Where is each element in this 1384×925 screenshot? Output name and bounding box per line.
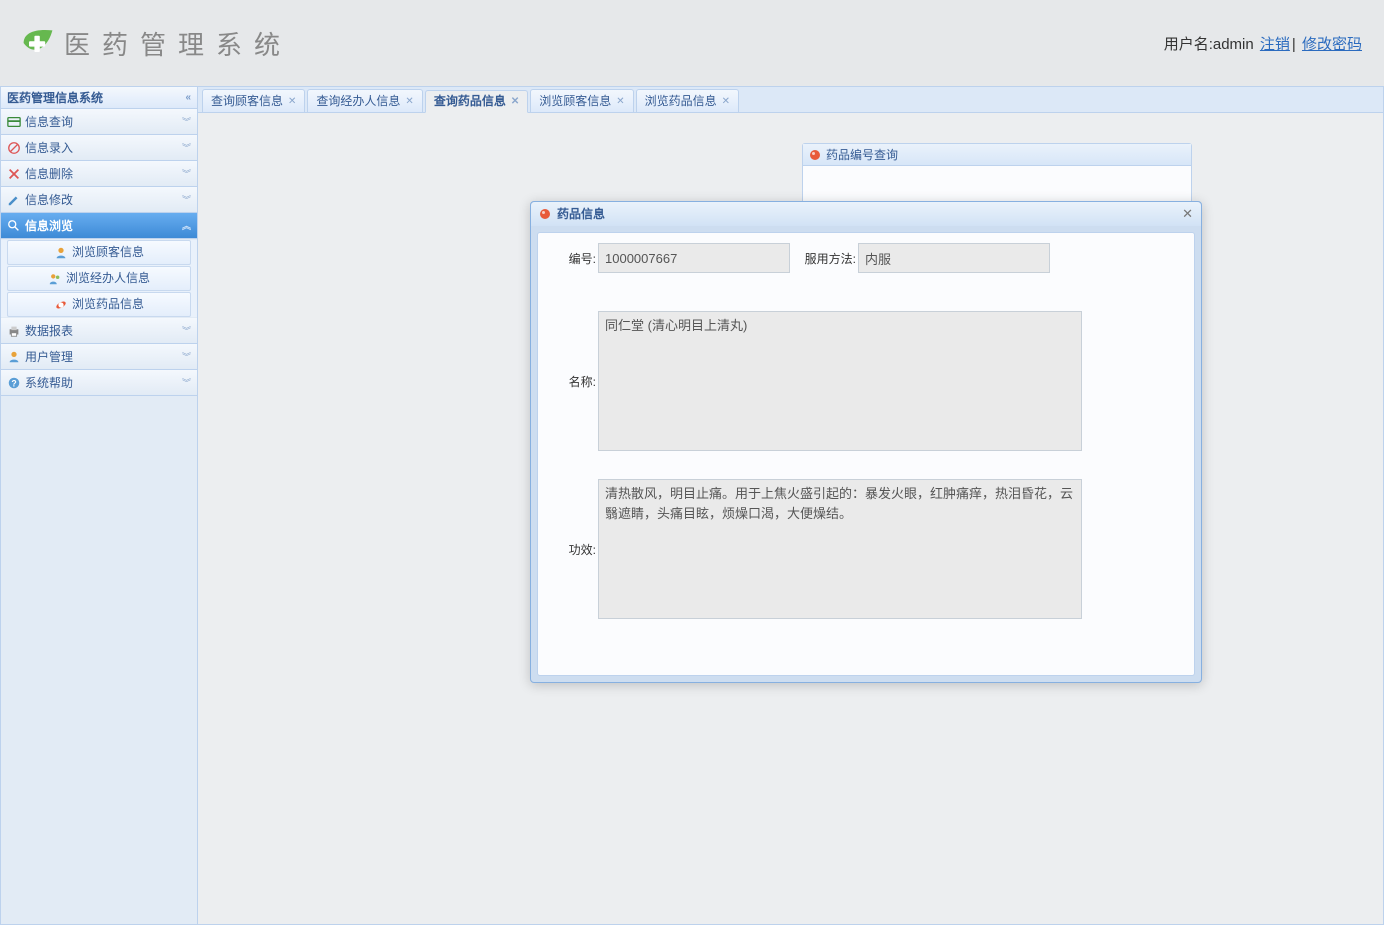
nav-group-browse[interactable]: 信息浏览 ︽ (1, 213, 197, 239)
printer-icon (7, 324, 21, 338)
nav-group-report[interactable]: 数据报表 ︾ (1, 318, 197, 344)
tab-bar: 查询顾客信息✕ 查询经办人信息✕ 查询药品信息✕ 浏览顾客信息✕ 浏览药品信息✕ (198, 87, 1383, 113)
name-field[interactable] (598, 311, 1082, 451)
svg-text:?: ? (11, 378, 16, 388)
chevron-up-icon: ︽ (182, 213, 191, 239)
chevron-down-icon: ︾ (182, 135, 191, 161)
nav-label: 信息修改 (25, 187, 73, 213)
nav-group-edit[interactable]: 信息修改 ︾ (1, 187, 197, 213)
tab-query-drug[interactable]: 查询药品信息✕ (425, 90, 528, 113)
separator: | (1292, 36, 1300, 53)
nav-label: 系统帮助 (25, 370, 73, 396)
x-icon (7, 167, 21, 181)
nav-label: 数据报表 (25, 318, 73, 344)
tab-label: 查询经办人信息 (316, 90, 400, 113)
sub-label: 浏览经办人信息 (66, 266, 150, 291)
app-header: 医药管理系统 用户名:admin 注销| 修改密码 (0, 0, 1384, 86)
sub-item-browse-agent[interactable]: 浏览经办人信息 (7, 266, 191, 291)
sidebar-title-text: 医药管理信息系统 (7, 87, 103, 109)
nav-label: 信息删除 (25, 161, 73, 187)
sub-label: 浏览药品信息 (72, 292, 144, 317)
close-icon[interactable]: ✕ (288, 90, 296, 113)
sidebar: 医药管理信息系统 « 信息查询 ︾ 信息录入 ︾ 信息删除 ︾ 信息修改 ︾ 信… (0, 86, 198, 925)
user-label-prefix: 用户名: (1164, 36, 1213, 53)
chevron-down-icon: ︾ (182, 370, 191, 396)
dialog-header[interactable]: 药品信息 ✕ (531, 202, 1201, 226)
logo-area: 医药管理系统 (20, 25, 292, 62)
nav-label: 信息查询 (25, 109, 73, 135)
tab-label: 浏览顾客信息 (539, 90, 611, 113)
tab-label: 浏览药品信息 (645, 90, 717, 113)
nav-group-query[interactable]: 信息查询 ︾ (1, 109, 197, 135)
name-label: 名称: (544, 373, 598, 390)
card-icon (7, 115, 21, 129)
usage-label: 服用方法: (798, 250, 858, 267)
tab-body: 药品编号查询 药品信息 ✕ 编号: (198, 113, 1383, 924)
pill-icon (54, 298, 68, 312)
sidebar-title: 医药管理信息系统 « (1, 87, 197, 109)
chevron-down-icon: ︾ (182, 109, 191, 135)
red-ball-icon (539, 208, 551, 220)
username: admin (1213, 36, 1254, 53)
tab-label: 查询顾客信息 (211, 90, 283, 113)
tab-query-agent[interactable]: 查询经办人信息✕ (307, 89, 422, 112)
panel-header: 药品编号查询 (803, 144, 1191, 166)
chevron-down-icon: ︾ (182, 187, 191, 213)
red-ball-icon (809, 149, 821, 161)
user-area: 用户名:admin 注销| 修改密码 (1164, 33, 1364, 54)
collapse-icon[interactable]: « (185, 87, 191, 109)
nav-label: 信息录入 (25, 135, 73, 161)
change-password-link[interactable]: 修改密码 (1302, 36, 1362, 53)
chevron-down-icon: ︾ (182, 344, 191, 370)
effect-field[interactable] (598, 479, 1082, 619)
chevron-down-icon: ︾ (182, 161, 191, 187)
pencil-icon (7, 193, 21, 207)
sub-items: 浏览顾客信息 浏览经办人信息 浏览药品信息 (1, 240, 197, 317)
close-icon[interactable]: ✕ (616, 90, 624, 113)
chevron-down-icon: ︾ (182, 318, 191, 344)
tab-browse-drug[interactable]: 浏览药品信息✕ (636, 89, 739, 112)
sub-item-browse-drug[interactable]: 浏览药品信息 (7, 292, 191, 317)
close-icon[interactable]: ✕ (722, 90, 730, 113)
content-area: 查询顾客信息✕ 查询经办人信息✕ 查询药品信息✕ 浏览顾客信息✕ 浏览药品信息✕… (198, 86, 1384, 925)
nav-group-user[interactable]: 用户管理 ︾ (1, 344, 197, 370)
logout-link[interactable]: 注销 (1260, 36, 1290, 53)
forbidden-icon (7, 141, 21, 155)
main-area: 医药管理信息系统 « 信息查询 ︾ 信息录入 ︾ 信息删除 ︾ 信息修改 ︾ 信… (0, 86, 1384, 925)
search-icon (7, 219, 21, 233)
id-label: 编号: (544, 250, 598, 267)
close-icon[interactable]: ✕ (511, 90, 519, 113)
nav-group-delete[interactable]: 信息删除 ︾ (1, 161, 197, 187)
sub-item-browse-customer[interactable]: 浏览顾客信息 (7, 240, 191, 265)
tab-browse-customer[interactable]: 浏览顾客信息✕ (530, 89, 633, 112)
nav-group-add[interactable]: 信息录入 ︾ (1, 135, 197, 161)
close-icon[interactable]: ✕ (1182, 202, 1193, 226)
effect-label: 功效: (544, 541, 598, 558)
person-icon (54, 246, 68, 260)
nav-label: 用户管理 (25, 344, 73, 370)
app-title: 医药管理系统 (64, 25, 292, 62)
sub-label: 浏览顾客信息 (72, 240, 144, 265)
leaf-cross-icon (20, 25, 56, 61)
people-icon (48, 272, 62, 286)
dialog-body: 编号: 服用方法: 名称: (537, 232, 1195, 676)
panel-title: 药品编号查询 (826, 144, 898, 166)
dialog-title: 药品信息 (557, 202, 605, 226)
tab-label: 查询药品信息 (434, 90, 506, 113)
usage-field[interactable] (858, 243, 1050, 273)
nav-group-help[interactable]: ? 系统帮助 ︾ (1, 370, 197, 396)
id-field[interactable] (598, 243, 790, 273)
help-icon: ? (7, 376, 21, 390)
user-icon (7, 350, 21, 364)
drug-info-dialog: 药品信息 ✕ 编号: 服用方法: (530, 201, 1202, 683)
nav-label: 信息浏览 (25, 213, 73, 239)
tab-query-customer[interactable]: 查询顾客信息✕ (202, 89, 305, 112)
close-icon[interactable]: ✕ (405, 90, 413, 113)
